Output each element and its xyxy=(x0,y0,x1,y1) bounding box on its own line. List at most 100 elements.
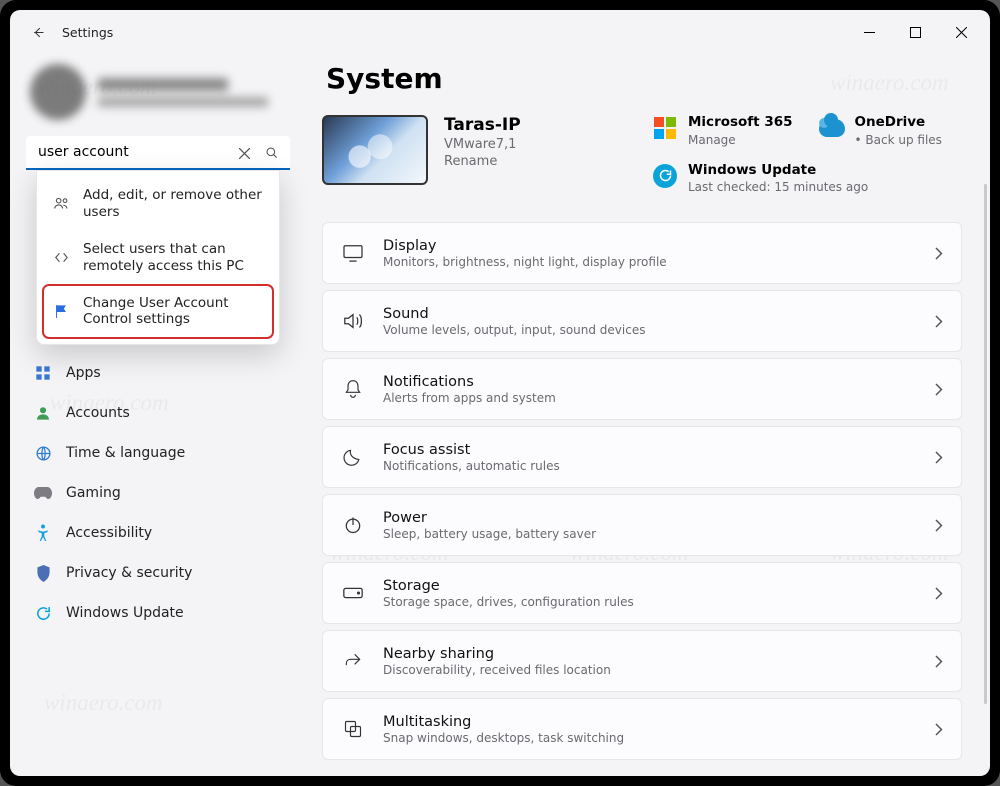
chevron-right-icon xyxy=(935,315,943,328)
quick-title: Windows Update xyxy=(688,163,868,179)
close-button[interactable] xyxy=(938,16,984,48)
quick-title: OneDrive xyxy=(855,115,942,131)
minimize-button[interactable] xyxy=(846,16,892,48)
moon-icon xyxy=(341,445,365,469)
titlebar: Settings xyxy=(10,10,990,54)
row-title: Nearby sharing xyxy=(383,646,611,662)
row-title: Power xyxy=(383,510,596,526)
remote-icon xyxy=(51,249,71,266)
quick-sub: • Back up files xyxy=(855,133,942,147)
nav-label: Windows Update xyxy=(66,605,184,621)
back-button[interactable] xyxy=(22,16,54,48)
profile-name-redacted xyxy=(98,78,228,91)
row-sub: Alerts from apps and system xyxy=(383,391,556,405)
suggestion-label: Add, edit, or remove other users xyxy=(83,187,265,221)
row-sub: Snap windows, desktops, task switching xyxy=(383,731,624,745)
row-nearby-sharing[interactable]: Nearby sharingDiscoverability, received … xyxy=(322,630,962,692)
chevron-right-icon xyxy=(935,383,943,396)
nav-apps[interactable]: Apps xyxy=(22,354,294,392)
globe-icon xyxy=(34,444,52,462)
quick-microsoft-365[interactable]: Microsoft 365 Manage xyxy=(652,115,793,147)
row-sub: Notifications, automatic rules xyxy=(383,459,560,473)
accounts-icon xyxy=(34,404,52,422)
search-suggestions: Add, edit, or remove other users Select … xyxy=(36,170,280,345)
device-name: Taras-IP xyxy=(444,115,521,135)
system-top-row: Taras-IP VMware7,1 Rename Microsoft 365 … xyxy=(322,115,962,194)
suggestion-label: Change User Account Control settings xyxy=(83,295,265,329)
row-sub: Monitors, brightness, night light, displ… xyxy=(383,255,667,269)
quick-windows-update[interactable]: Windows Update Last checked: 15 minutes … xyxy=(652,163,962,195)
nav-label: Accessibility xyxy=(66,525,152,541)
nav-accounts[interactable]: Accounts xyxy=(22,394,294,432)
nav-label: Time & language xyxy=(66,445,185,461)
row-display[interactable]: DisplayMonitors, brightness, night light… xyxy=(322,222,962,284)
row-title: Storage xyxy=(383,578,634,594)
multitasking-icon xyxy=(341,717,365,741)
clear-search-button[interactable] xyxy=(232,141,256,165)
nav-label: Gaming xyxy=(66,485,121,501)
quick-title: Microsoft 365 xyxy=(688,115,793,131)
nav-accessibility[interactable]: Accessibility xyxy=(22,514,294,552)
chevron-right-icon xyxy=(935,451,943,464)
rename-link[interactable]: Rename xyxy=(444,154,521,169)
onedrive-icon xyxy=(819,115,845,141)
settings-list: DisplayMonitors, brightness, night light… xyxy=(322,222,962,760)
nav-gaming[interactable]: Gaming xyxy=(22,474,294,512)
nav-label: Privacy & security xyxy=(66,565,192,581)
apps-icon xyxy=(34,364,52,382)
suggestion-uac-settings[interactable]: Change User Account Control settings xyxy=(43,285,273,339)
device-thumbnail xyxy=(322,115,428,185)
avatar xyxy=(30,64,86,120)
row-notifications[interactable]: NotificationsAlerts from apps and system xyxy=(322,358,962,420)
chevron-right-icon xyxy=(935,723,943,736)
microsoft-logo-icon xyxy=(652,115,678,141)
power-icon xyxy=(341,513,365,537)
row-title: Sound xyxy=(383,306,645,322)
row-multitasking[interactable]: MultitaskingSnap windows, desktops, task… xyxy=(322,698,962,760)
window-title: Settings xyxy=(62,25,113,40)
gaming-icon xyxy=(34,484,52,502)
search-icon[interactable] xyxy=(260,141,284,165)
row-power[interactable]: PowerSleep, battery usage, battery saver xyxy=(322,494,962,556)
update-icon xyxy=(34,604,52,622)
maximize-button[interactable] xyxy=(892,16,938,48)
device-block[interactable]: Taras-IP VMware7,1 Rename xyxy=(322,115,521,185)
chevron-right-icon xyxy=(935,519,943,532)
page-title: System xyxy=(326,62,962,95)
row-sound[interactable]: SoundVolume levels, output, input, sound… xyxy=(322,290,962,352)
windows-update-icon xyxy=(652,163,678,189)
row-storage[interactable]: StorageStorage space, drives, configurat… xyxy=(322,562,962,624)
storage-icon xyxy=(341,581,365,605)
users-icon xyxy=(51,195,71,212)
suggestion-other-users[interactable]: Add, edit, or remove other users xyxy=(43,177,273,231)
display-icon xyxy=(341,241,365,265)
row-sub: Discoverability, received files location xyxy=(383,663,611,677)
row-title: Notifications xyxy=(383,374,556,390)
quick-onedrive[interactable]: OneDrive • Back up files xyxy=(819,115,959,147)
nav-windows-update[interactable]: Windows Update xyxy=(22,594,294,632)
settings-window: winaero.com winaero.com winaero.com wina… xyxy=(10,10,990,776)
row-sub: Storage space, drives, configuration rul… xyxy=(383,595,634,609)
quick-sub: Last checked: 15 minutes ago xyxy=(688,180,868,194)
shield-icon xyxy=(34,564,52,582)
profile-email-redacted xyxy=(98,97,268,107)
nav-privacy[interactable]: Privacy & security xyxy=(22,554,294,592)
nav-label: Apps xyxy=(66,365,101,381)
sound-icon xyxy=(341,309,365,333)
scrollbar[interactable] xyxy=(984,184,987,704)
row-title: Multitasking xyxy=(383,714,624,730)
row-title: Focus assist xyxy=(383,442,560,458)
row-sub: Volume levels, output, input, sound devi… xyxy=(383,323,645,337)
suggestion-label: Select users that can remotely access th… xyxy=(83,241,265,275)
profile-block[interactable] xyxy=(16,54,300,136)
suggestion-remote-users[interactable]: Select users that can remotely access th… xyxy=(43,231,273,285)
row-sub: Sleep, battery usage, battery saver xyxy=(383,527,596,541)
sidebar-nav: Apps Accounts Time & language xyxy=(16,354,300,632)
row-focus-assist[interactable]: Focus assistNotifications, automatic rul… xyxy=(322,426,962,488)
nav-label: Accounts xyxy=(66,405,130,421)
quick-sub: Manage xyxy=(688,133,793,147)
search-wrap: Add, edit, or remove other users Select … xyxy=(26,136,290,170)
share-icon xyxy=(341,649,365,673)
nav-time-language[interactable]: Time & language xyxy=(22,434,294,472)
quick-links: Microsoft 365 Manage OneDrive • Back up … xyxy=(652,115,962,194)
